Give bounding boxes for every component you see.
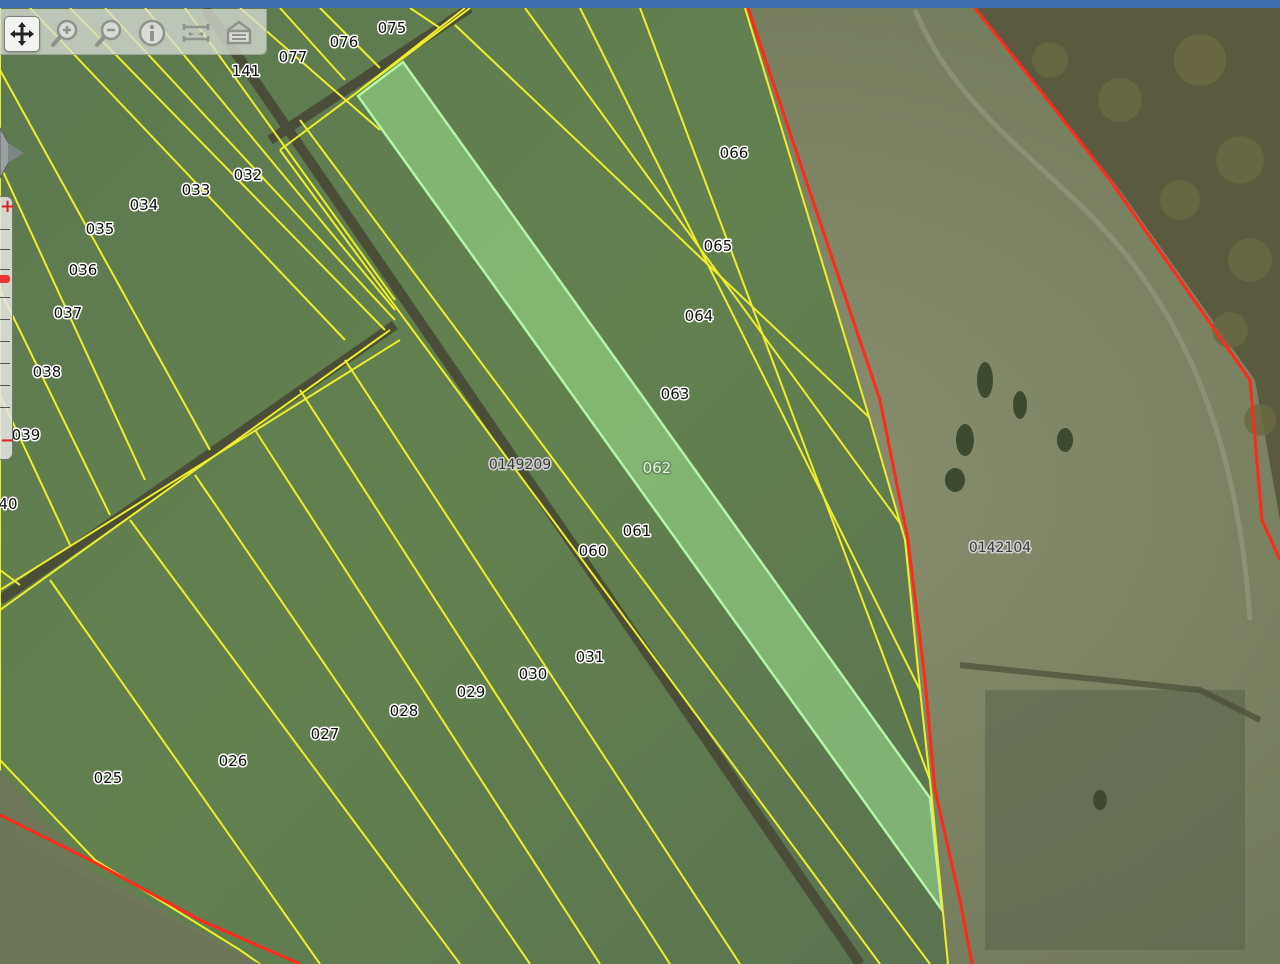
- label-077[interactable]: 077: [277, 47, 309, 68]
- label-40[interactable]: 40: [0, 494, 19, 515]
- zoom-out-magnifier-icon: [95, 19, 122, 47]
- zoom-in-magnifier-icon: [51, 19, 78, 47]
- label-cadastral-0149209[interactable]: 0149209: [487, 456, 552, 475]
- label-035[interactable]: 035: [84, 219, 116, 240]
- label-033[interactable]: 033: [180, 180, 212, 201]
- label-038[interactable]: 038: [31, 362, 63, 383]
- label-034[interactable]: 034: [128, 195, 160, 216]
- label-065[interactable]: 065: [702, 236, 734, 257]
- zoom-slider-thumb[interactable]: [0, 275, 10, 283]
- zoom-in-button[interactable]: +: [0, 198, 15, 216]
- map-canvas[interactable]: 075 076 077 141 066 065 064 063 032 033 …: [0, 8, 1280, 964]
- label-027[interactable]: 027: [309, 724, 341, 745]
- label-061[interactable]: 061: [621, 521, 653, 542]
- zoom-in-tool-button[interactable]: [48, 16, 82, 50]
- label-066[interactable]: 066: [718, 143, 750, 164]
- print-tool-button[interactable]: [222, 16, 256, 50]
- label-031[interactable]: 031: [574, 647, 606, 668]
- label-030[interactable]: 030: [517, 664, 549, 685]
- label-060[interactable]: 060: [577, 541, 609, 562]
- label-cadastral-0142104[interactable]: 0142104: [967, 539, 1032, 558]
- pan-right-arrow-icon[interactable]: [8, 143, 24, 163]
- label-025[interactable]: 025: [92, 768, 124, 789]
- pond-meadow: [985, 690, 1245, 950]
- zoom-out-button[interactable]: −: [0, 432, 15, 450]
- label-063[interactable]: 063: [659, 384, 691, 405]
- pan-tool-button[interactable]: [4, 16, 40, 52]
- print-icon: [226, 20, 252, 45]
- map-toolbar: [0, 9, 267, 55]
- label-028[interactable]: 028: [388, 701, 420, 722]
- pan-control[interactable]: [0, 118, 26, 188]
- label-064[interactable]: 064: [683, 306, 715, 327]
- zoom-slider[interactable]: + −: [0, 196, 15, 460]
- label-032[interactable]: 032: [232, 165, 264, 186]
- label-062[interactable]: 062: [641, 458, 673, 479]
- label-026[interactable]: 026: [217, 751, 249, 772]
- label-029[interactable]: 029: [455, 682, 487, 703]
- label-075[interactable]: 075: [376, 18, 408, 39]
- move-arrows-icon: [10, 22, 34, 46]
- measure-tool-button[interactable]: [179, 16, 213, 50]
- label-141[interactable]: 141: [230, 61, 262, 82]
- label-039[interactable]: 039: [10, 425, 42, 446]
- measure-ruler-icon: [182, 24, 210, 42]
- zoom-out-tool-button[interactable]: [92, 16, 126, 50]
- info-tool-button[interactable]: [135, 16, 169, 50]
- label-076[interactable]: 076: [328, 32, 360, 53]
- label-037[interactable]: 037: [52, 303, 84, 324]
- label-036[interactable]: 036: [67, 260, 99, 281]
- info-icon: [138, 19, 166, 47]
